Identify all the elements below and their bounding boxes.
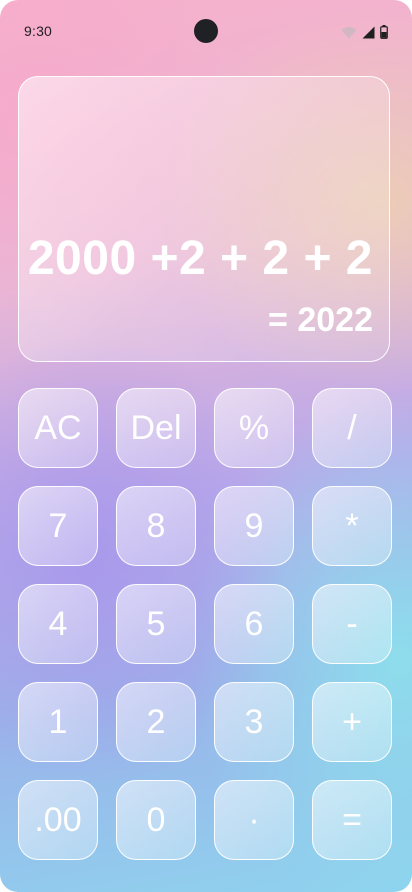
keypad: AC Del % / 7 8 9 * 4 5 6 - 1 2 3 + .00 0… bbox=[18, 388, 392, 860]
add-button[interactable]: + bbox=[312, 682, 392, 762]
digit-7-button[interactable]: 7 bbox=[18, 486, 98, 566]
wifi-icon bbox=[341, 26, 357, 38]
digit-2-button[interactable]: 2 bbox=[116, 682, 196, 762]
percent-button[interactable]: % bbox=[214, 388, 294, 468]
key-label: 9 bbox=[244, 507, 264, 545]
key-label: · bbox=[248, 801, 260, 839]
all-clear-button[interactable]: AC bbox=[18, 388, 98, 468]
digit-3-button[interactable]: 3 bbox=[214, 682, 294, 762]
key-label: 2 bbox=[146, 703, 166, 741]
calculator-display: 2000 +2 + 2 + 2 = 2022 bbox=[18, 76, 390, 362]
multiply-button[interactable]: * bbox=[312, 486, 392, 566]
subtract-button[interactable]: - bbox=[312, 584, 392, 664]
cellular-signal-icon bbox=[362, 26, 375, 38]
key-label: 7 bbox=[48, 507, 68, 545]
key-label: 8 bbox=[146, 507, 166, 545]
digit-1-button[interactable]: 1 bbox=[18, 682, 98, 762]
key-label: 5 bbox=[146, 605, 166, 643]
digit-6-button[interactable]: 6 bbox=[214, 584, 294, 664]
digit-5-button[interactable]: 5 bbox=[116, 584, 196, 664]
battery-icon bbox=[380, 25, 388, 39]
delete-button[interactable]: Del bbox=[116, 388, 196, 468]
equals-button[interactable]: = bbox=[312, 780, 392, 860]
calculator-screen: 9:30 2000 +2 + 2 + 2 = 2022 AC Del % / 7… bbox=[0, 0, 412, 892]
double-zero-decimal-button[interactable]: .00 bbox=[18, 780, 98, 860]
key-label: % bbox=[238, 409, 270, 447]
status-bar: 9:30 bbox=[0, 0, 412, 60]
key-label: AC bbox=[34, 409, 82, 447]
status-time: 9:30 bbox=[24, 23, 53, 39]
key-label: Del bbox=[130, 409, 182, 447]
key-label: .00 bbox=[34, 801, 82, 839]
front-camera bbox=[194, 19, 218, 43]
digit-9-button[interactable]: 9 bbox=[214, 486, 294, 566]
key-label: 1 bbox=[48, 703, 68, 741]
digit-4-button[interactable]: 4 bbox=[18, 584, 98, 664]
key-label: 4 bbox=[48, 605, 68, 643]
key-label: 0 bbox=[146, 801, 166, 839]
key-label: - bbox=[346, 605, 358, 643]
key-label: / bbox=[347, 409, 357, 447]
key-label: * bbox=[345, 507, 359, 545]
digit-0-button[interactable]: 0 bbox=[116, 780, 196, 860]
system-icons bbox=[341, 25, 388, 39]
expression-text: 2000 +2 + 2 + 2 bbox=[27, 232, 373, 285]
key-label: + bbox=[342, 703, 362, 741]
digit-8-button[interactable]: 8 bbox=[116, 486, 196, 566]
key-label: 3 bbox=[244, 703, 264, 741]
key-label: = bbox=[342, 801, 362, 839]
result-text: = 2022 bbox=[268, 301, 373, 339]
divide-button[interactable]: / bbox=[312, 388, 392, 468]
decimal-point-button[interactable]: · bbox=[214, 780, 294, 860]
key-label: 6 bbox=[244, 605, 264, 643]
